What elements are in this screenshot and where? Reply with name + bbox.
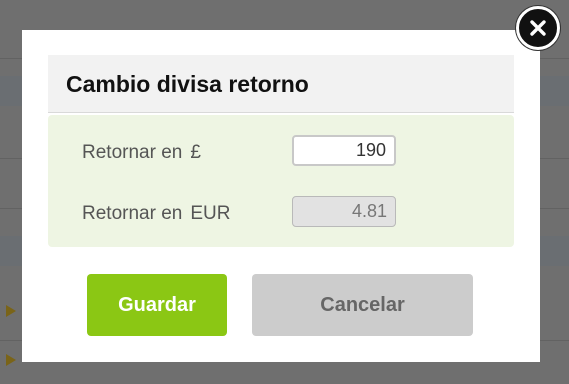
dialog-header: Cambio divisa retorno [48,55,514,113]
currency-label: £ [190,142,201,163]
field-label-gbp: Retornar en £ [82,142,201,164]
return-amount-gbp-input[interactable] [292,135,396,166]
cancel-button[interactable]: Cancelar [252,274,473,336]
close-icon [529,19,547,37]
form-panel: Retornar en £ Retornar en EUR [48,115,514,247]
dialog-title: Cambio divisa retorno [66,71,309,97]
close-button[interactable] [516,6,560,50]
field-label-text: Retornar en [82,142,183,163]
field-label-text: Retornar en [82,203,183,224]
background-arrow-icon [6,354,16,366]
save-button[interactable]: Guardar [87,274,227,336]
field-label-eur: Retornar en EUR [82,203,230,225]
return-amount-eur-field [292,196,396,227]
currency-change-dialog: Cambio divisa retorno Retornar en £ Retor… [22,30,540,362]
currency-label: EUR [190,203,231,224]
background-arrow-icon [6,305,16,317]
